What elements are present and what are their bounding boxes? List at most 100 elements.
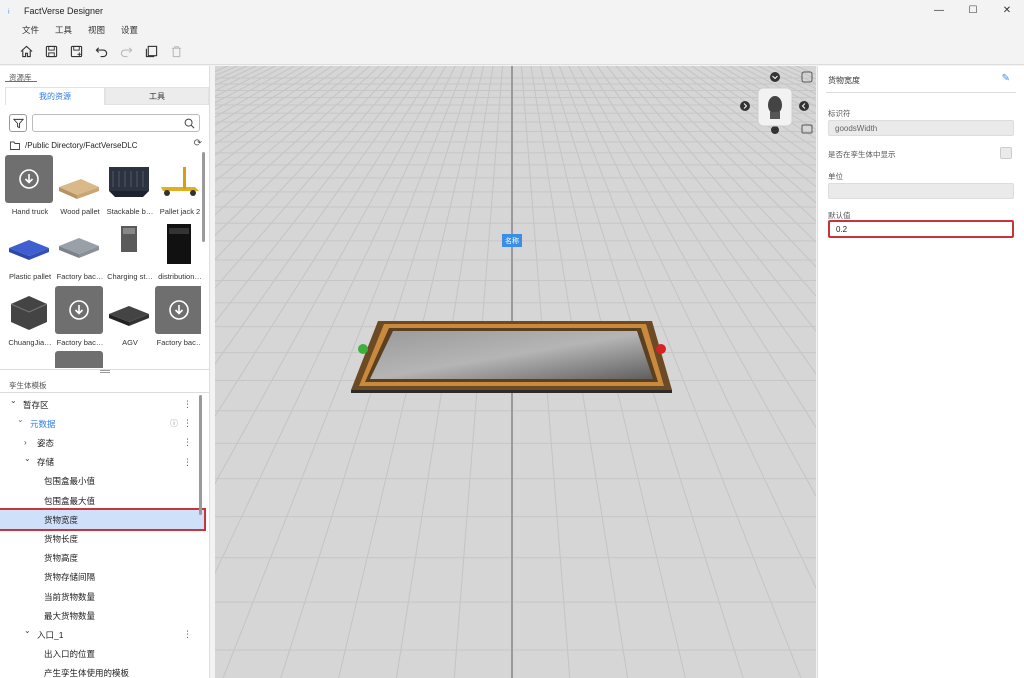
copy-icon[interactable] <box>143 43 159 59</box>
asset-item[interactable]: Factory bac… <box>55 286 103 347</box>
download-thumbnail[interactable] <box>5 155 53 203</box>
asset-thumbnail[interactable] <box>155 155 201 203</box>
tree-leaf-item[interactable]: 最大货物数量 <box>0 606 204 625</box>
tree-item-label: 货物长度 <box>44 533 79 544</box>
more-options-icon[interactable]: ⋮ <box>183 399 192 410</box>
panel-splitter[interactable] <box>0 369 210 374</box>
asset-thumbnail[interactable] <box>5 286 53 334</box>
tree-leaf-item[interactable]: 货物高度 <box>0 549 204 568</box>
menu-file[interactable]: 文件 <box>22 24 39 36</box>
asset-thumbnail[interactable] <box>5 351 53 368</box>
more-options-icon[interactable]: ⋮ <box>183 418 192 429</box>
download-icon[interactable] <box>68 299 90 321</box>
asset-item[interactable]: ChuangJia… <box>5 286 53 347</box>
asset-thumbnail[interactable] <box>105 155 153 203</box>
info-icon[interactable]: ⓘ <box>170 418 178 429</box>
chevron-right-icon[interactable]: › <box>24 438 27 447</box>
chevron-down-icon[interactable]: ⌄ <box>10 396 17 405</box>
download-thumbnail[interactable] <box>55 286 103 334</box>
asset-thumbnail[interactable] <box>105 220 153 268</box>
tree-leaf-item[interactable]: 包围盒最大值 <box>0 491 204 510</box>
save-icon[interactable] <box>43 43 59 59</box>
asset-thumbnail[interactable] <box>105 286 153 334</box>
search-icon <box>184 118 195 129</box>
tree-node[interactable]: › 姿态 ⋮ <box>0 433 204 452</box>
close-button[interactable]: ✕ <box>990 0 1024 21</box>
default-value-field[interactable]: 0.2 <box>828 220 1014 238</box>
tree-leaf-item[interactable]: 包围盒最小值 <box>0 472 204 491</box>
tree-node[interactable]: ⌄ 入口_1 ⋮ <box>0 625 204 644</box>
asset-label: Hand truck <box>11 207 49 216</box>
asset-item[interactable]: Stackable b… <box>105 155 153 216</box>
menu-settings[interactable]: 设置 <box>121 24 138 36</box>
asset-item[interactable]: Charging st… <box>105 220 153 281</box>
unit-field[interactable] <box>828 183 1014 199</box>
refresh-icon[interactable]: ⟳ <box>194 138 202 149</box>
search-input[interactable] <box>32 114 200 132</box>
asset-thumbnail[interactable] <box>155 351 201 368</box>
divider <box>826 92 1016 93</box>
filter-button[interactable] <box>9 114 27 132</box>
download-icon[interactable] <box>168 299 190 321</box>
asset-thumbnail[interactable] <box>5 220 53 268</box>
edit-icon[interactable]: ✎ <box>1002 73 1010 84</box>
tree-leaf-item[interactable]: 出入口的位置 <box>0 645 204 664</box>
asset-thumbnail[interactable] <box>55 220 103 268</box>
asset-item[interactable]: Hand truck <box>5 155 53 216</box>
tree-leaf-item[interactable]: 当前货物数量 <box>0 587 204 606</box>
save-as-icon[interactable] <box>68 43 84 59</box>
download-icon[interactable] <box>18 168 40 190</box>
splitter-handle[interactable] <box>100 370 110 373</box>
floor-grid <box>215 66 816 678</box>
tree-leaf-item[interactable]: 货物宽度 <box>0 508 206 532</box>
title-bar: ᵢ FactVerse Designer — ☐ ✕ <box>0 0 1024 21</box>
redo-icon[interactable] <box>118 43 134 59</box>
asset-item[interactable]: Factory bac… <box>55 220 103 281</box>
tree-node[interactable]: ⌄ 暂存区 ⋮ <box>0 395 204 414</box>
asset-grid: Hand truck Wood pallet Stackable b… Pallet … <box>5 155 201 368</box>
more-options-icon[interactable]: ⋮ <box>183 457 192 468</box>
tab-tools[interactable]: 工具 <box>105 87 209 105</box>
asset-thumbnail[interactable] <box>55 155 103 203</box>
chevron-down-icon[interactable]: ⌄ <box>24 454 31 463</box>
minimize-button[interactable]: — <box>922 0 956 21</box>
tree-leaf-item[interactable]: 产生孪生体使用的模板 <box>0 664 204 678</box>
menu-tools[interactable]: 工具 <box>55 24 72 36</box>
asset-item[interactable]: Factory bac… <box>155 286 201 347</box>
maximize-button[interactable]: ☐ <box>956 0 990 21</box>
asset-scrollbar[interactable] <box>202 152 205 242</box>
show-in-twin-checkbox[interactable] <box>1000 147 1012 159</box>
tree-item-label: 产生孪生体使用的模板 <box>44 668 130 678</box>
chevron-down-icon[interactable]: ⌄ <box>17 415 24 424</box>
delete-icon[interactable] <box>168 43 184 59</box>
undo-icon[interactable] <box>93 43 109 59</box>
asset-item[interactable]: Pallet jack 2 <box>155 155 201 216</box>
asset-thumbnail[interactable] <box>55 351 103 368</box>
download-thumbnail[interactable] <box>155 286 201 334</box>
toolbar <box>0 38 1024 65</box>
more-options-icon[interactable]: ⋮ <box>183 437 192 448</box>
asset-item[interactable]: Plastic pallet <box>5 220 53 281</box>
tree-leaf-item[interactable]: 货物存储间隔 <box>0 568 204 587</box>
asset-item[interactable]: AGV <box>105 286 153 347</box>
tree-item-label: 包围盒最小值 <box>44 476 96 487</box>
asset-label: Pallet jack 2 <box>159 207 201 216</box>
tree-node[interactable]: ⌄ 元数据 ⓘ ⋮ <box>0 414 204 433</box>
home-icon[interactable] <box>18 43 34 59</box>
chevron-down-icon[interactable]: ⌄ <box>24 626 31 635</box>
menu-view[interactable]: 视图 <box>88 24 105 36</box>
view-cube-gizmo[interactable] <box>735 68 815 138</box>
folder-icon <box>10 141 20 150</box>
object-name-tag[interactable]: 名称 <box>502 234 522 247</box>
tree-leaf-item[interactable]: 货物长度 <box>0 529 204 548</box>
3d-viewport[interactable]: 名称 <box>215 66 816 678</box>
tree-scrollbar[interactable] <box>199 395 202 515</box>
asset-item[interactable]: Wood pallet <box>55 155 103 216</box>
identifier-field[interactable]: goodsWidth <box>828 120 1014 136</box>
asset-item[interactable]: distribution… <box>155 220 201 281</box>
more-options-icon[interactable]: ⋮ <box>183 629 192 640</box>
tab-my-resources[interactable]: 我的资源 <box>5 87 105 105</box>
asset-thumbnail[interactable] <box>155 220 201 268</box>
asset-thumbnail[interactable] <box>105 351 153 368</box>
tree-node[interactable]: ⌄ 存储 ⋮ <box>0 453 204 472</box>
